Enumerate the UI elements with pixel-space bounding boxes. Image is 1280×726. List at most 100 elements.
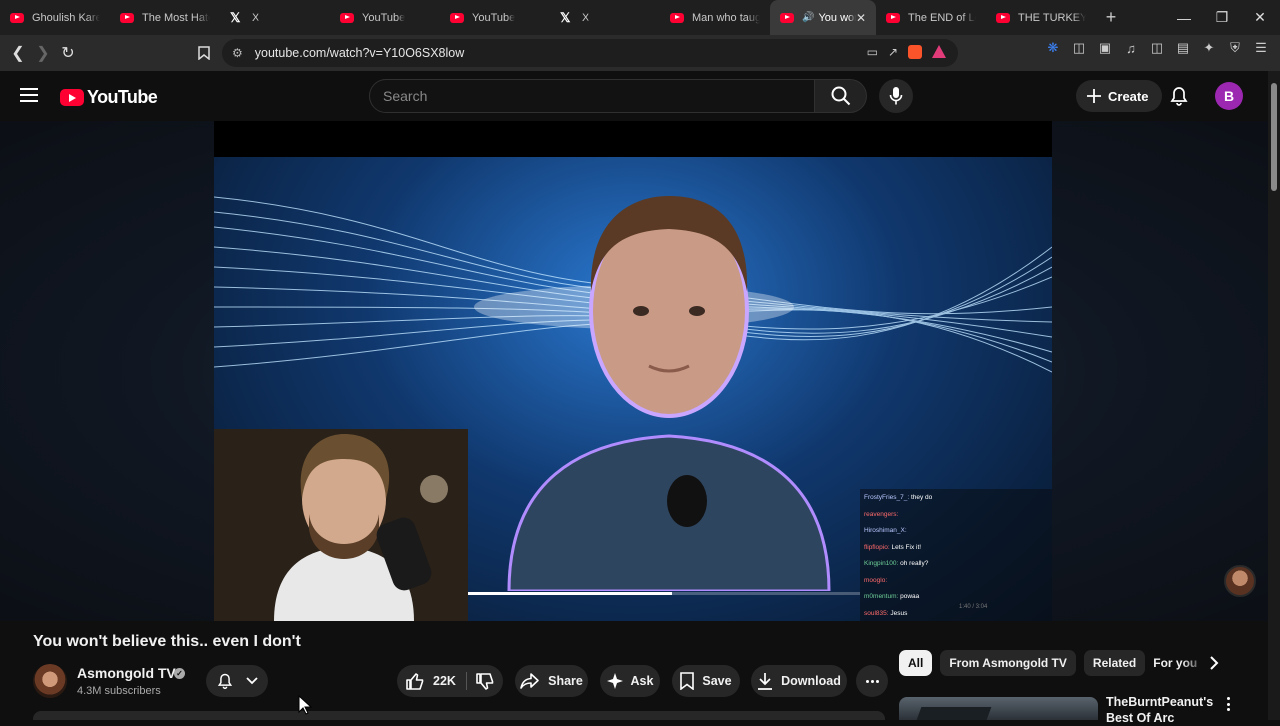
notifications-button[interactable]: [1168, 85, 1190, 107]
address-bar-actions: ▭ ↗: [867, 45, 946, 59]
more-actions-button[interactable]: [856, 665, 888, 697]
back-icon[interactable]: ❮: [5, 40, 31, 66]
progress-fill: [468, 592, 672, 595]
share-button[interactable]: Share: [515, 665, 588, 697]
youtube-logo[interactable]: YouTube: [60, 87, 158, 108]
browser-tab[interactable]: The Most Hated: [110, 0, 220, 35]
video-player[interactable]: FrostyFries_7_: they do reavengers: Hirosh…: [214, 121, 1052, 621]
chat-text: they do: [909, 494, 933, 501]
site-settings-icon[interactable]: ⚙: [232, 46, 243, 60]
bell-icon: [217, 673, 233, 690]
dislike-button[interactable]: [475, 672, 495, 697]
voice-search-button[interactable]: [879, 79, 913, 113]
media-icon[interactable]: ♫: [1122, 41, 1140, 56]
browser-tab[interactable]: YouTube: [330, 0, 440, 35]
leo-icon[interactable]: ✦: [1200, 40, 1218, 56]
guide-menu-icon[interactable]: [20, 88, 38, 102]
save-button[interactable]: Save: [672, 665, 740, 697]
chat-message: Hiroshiman_X:: [864, 526, 1048, 543]
extension-bar: ❋ ◫ ▣ ♫ ◫ ▤ ✦ ⛨ ☰: [1044, 40, 1270, 56]
search-input[interactable]: [369, 79, 815, 113]
filter-chip[interactable]: For you: [1153, 650, 1206, 676]
menu-icon[interactable]: ☰: [1252, 40, 1270, 56]
video-progress-bar[interactable]: [468, 592, 860, 595]
tab-label: YouTube: [472, 11, 516, 24]
description-box[interactable]: [33, 711, 885, 720]
extension-icon[interactable]: ❋: [1044, 40, 1062, 56]
search-button[interactable]: [815, 79, 867, 113]
browser-tab[interactable]: 𝕏X: [550, 0, 660, 35]
maximize-button[interactable]: ❐: [1203, 0, 1241, 35]
chevron-down-icon: [246, 677, 258, 685]
wallet-icon[interactable]: ▤: [1174, 40, 1192, 56]
filter-chips: All From Asmongold TV Related For you: [899, 650, 1206, 676]
chat-username: reavengers:: [864, 510, 899, 518]
browser-tab-strip: Ghoulish KarenThe Most Hated𝕏XYouTubeYou…: [0, 0, 1280, 35]
bookmark-icon: [680, 672, 695, 690]
reload-icon[interactable]: ↻: [55, 40, 81, 66]
thumbs-down-icon: [476, 673, 494, 690]
chat-message: soul835: Jesus: [864, 609, 1048, 622]
plus-icon: [1087, 89, 1101, 103]
stream-timestamp: 1:40 / 3:04: [959, 604, 988, 610]
vpn-icon[interactable]: ⛨: [1226, 40, 1244, 56]
browser-tab[interactable]: 🔊 You won✕: [770, 0, 876, 35]
speaker-icon[interactable]: 🔊: [802, 12, 814, 23]
chat-username: flipflopio:: [864, 543, 890, 551]
chips-next-button[interactable]: [1203, 652, 1225, 674]
scrollbar-thumb[interactable]: [1271, 83, 1277, 191]
chat-username: soul835:: [864, 609, 889, 617]
subscribed-notifications-button[interactable]: [206, 665, 268, 697]
browser-tab[interactable]: 𝕏X: [220, 0, 330, 35]
new-tab-button[interactable]: +: [1096, 7, 1126, 28]
create-button[interactable]: Create: [1076, 80, 1163, 112]
brave-rewards-icon[interactable]: [932, 45, 946, 58]
share-page-icon[interactable]: ↗: [888, 45, 898, 59]
share-icon: [520, 673, 539, 689]
chat-text: powaa: [898, 593, 920, 600]
channel-avatar[interactable]: [33, 664, 67, 698]
recommendation-thumbnail[interactable]: [899, 697, 1098, 720]
like-divider: [466, 672, 467, 690]
download-label: Download: [781, 674, 841, 688]
youtube-header: YouTube Create B: [0, 71, 1268, 121]
recommendation-menu-button[interactable]: [1222, 697, 1234, 711]
page-scrollbar[interactable]: [1268, 71, 1280, 720]
tab-label: X: [252, 11, 260, 24]
channel-watermark-avatar[interactable]: [1224, 565, 1256, 597]
browser-tab[interactable]: Ghoulish Karen: [0, 0, 110, 35]
forward-icon[interactable]: ❯: [30, 40, 56, 66]
close-window-button[interactable]: ✕: [1241, 0, 1279, 35]
browser-tab[interactable]: THE TURKEY TO: [986, 0, 1096, 35]
browser-tab[interactable]: Man who taught: [660, 0, 770, 35]
recommendation-title[interactable]: TheBurntPeanut's Best Of Arc: [1106, 694, 1213, 726]
channel-name[interactable]: Asmongold TV: [77, 665, 176, 681]
browser-tab[interactable]: YouTube: [440, 0, 550, 35]
address-bar[interactable]: ⚙ youtube.com/watch?v=Y10O6SX8low ▭ ↗: [222, 39, 958, 67]
chat-username: Kingpin100:: [864, 560, 899, 567]
cast-icon[interactable]: ▭: [867, 45, 878, 59]
close-tab-icon[interactable]: ✕: [856, 11, 866, 25]
filter-chip[interactable]: From Asmongold TV: [940, 650, 1076, 676]
bookmark-icon[interactable]: [191, 40, 217, 66]
like-dislike-group: 22K: [397, 665, 503, 697]
screenshot-icon[interactable]: ▣: [1096, 40, 1114, 56]
tab-label: The Most Hated: [142, 11, 210, 24]
tab-label: THE TURKEY TO: [1018, 11, 1086, 24]
chat-username: FrostyFries_7_:: [864, 494, 910, 501]
chat-username: mooglo:: [864, 576, 888, 584]
browser-tab[interactable]: The END of Lol: [876, 0, 986, 35]
filter-chip[interactable]: All: [899, 650, 933, 676]
sidebar-icon[interactable]: ◫: [1148, 40, 1166, 56]
verified-icon: ✓: [174, 668, 185, 679]
account-avatar[interactable]: B: [1215, 82, 1243, 110]
brave-shields-icon[interactable]: [908, 45, 922, 59]
search-icon: [831, 86, 850, 106]
download-button[interactable]: Download: [751, 665, 847, 697]
puzzle-icon[interactable]: ◫: [1070, 40, 1088, 56]
filter-chip[interactable]: Related: [1083, 650, 1146, 676]
youtube-icon: [450, 12, 464, 23]
ask-button[interactable]: Ask: [600, 665, 660, 697]
minimize-button[interactable]: —: [1165, 0, 1203, 35]
like-button[interactable]: 22K: [405, 665, 456, 697]
